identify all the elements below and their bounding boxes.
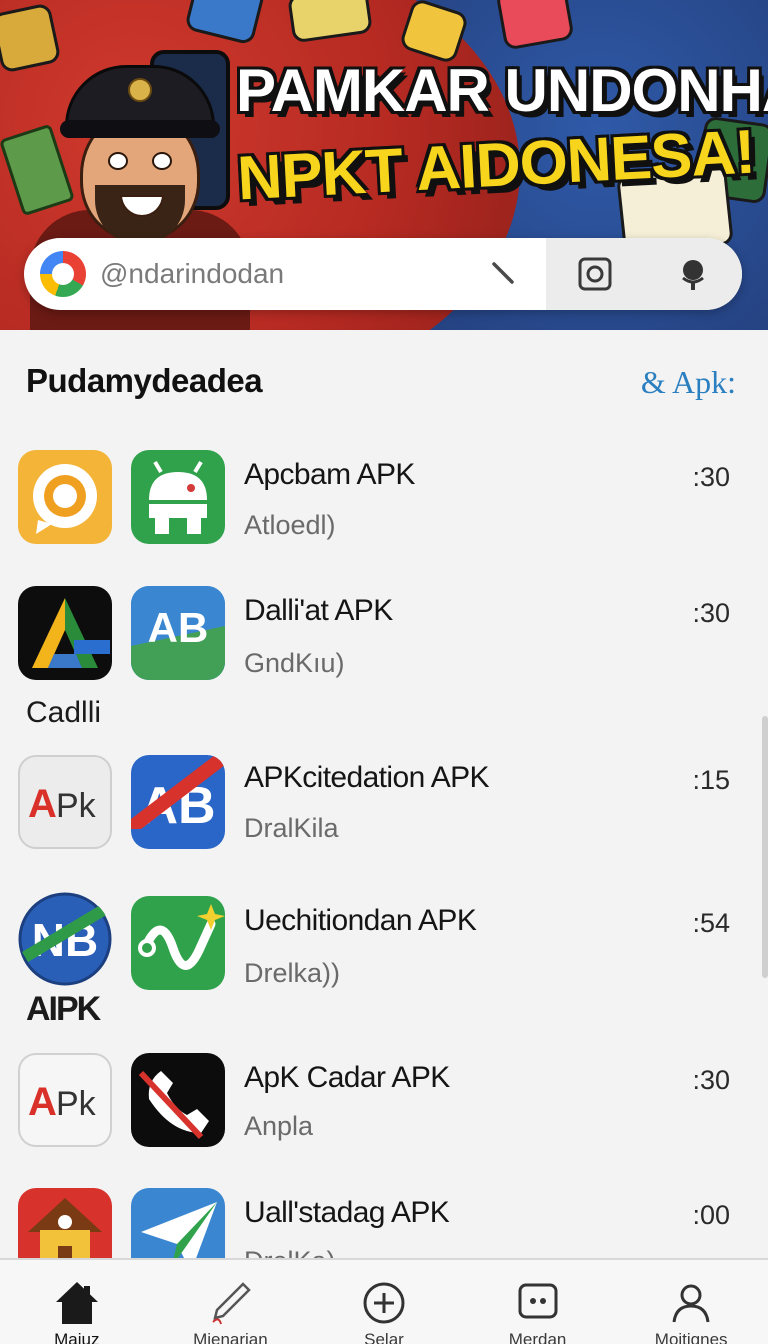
bottom-navigation: Maiuz Mienarian Selar Merdan Moitignes (0, 1258, 768, 1344)
app-name: APKcitedation APK (244, 761, 490, 794)
list-item[interactable]: NB Uechitiondan APK Drelka)) :54 AIPK (0, 892, 768, 1032)
chat-square-icon (515, 1280, 561, 1326)
nav-item-messages[interactable]: Merdan (463, 1260, 613, 1344)
svg-text:AB: AB (148, 604, 209, 651)
android-icon[interactable] (131, 450, 225, 544)
nav-label: Mienarian (193, 1330, 268, 1344)
app-time: :15 (692, 765, 730, 795)
app-name: Apcbam APK (244, 458, 415, 491)
app-subtitle: DralKila (244, 813, 339, 843)
app-subtitle: DrelKa) (244, 1246, 336, 1258)
nav-item-home[interactable]: Maiuz (2, 1260, 152, 1344)
nav-item-add[interactable]: Selar (309, 1260, 459, 1344)
app-name: ApK Cadar APK (244, 1061, 450, 1094)
list-item[interactable]: A Pk ApK Cadar APK Anpla :30 (0, 1053, 768, 1163)
house-icon[interactable] (18, 1188, 112, 1258)
svg-text:A: A (28, 1080, 57, 1124)
ab-banner-logo-icon[interactable]: AB (131, 755, 225, 849)
app-time: :00 (692, 1200, 730, 1230)
app-name: Uechitiondan APK (244, 904, 477, 937)
home-icon (54, 1280, 100, 1326)
banner-headline: PAMKAR UNDONHAN (236, 57, 768, 124)
nav-item-compose[interactable]: Mienarian (155, 1260, 305, 1344)
paper-plane-icon[interactable] (131, 1188, 225, 1258)
app-time: :54 (692, 908, 730, 938)
nav-label: Merdan (508, 1330, 567, 1344)
svg-text:Pk: Pk (56, 1085, 97, 1123)
microphone-icon (682, 260, 704, 290)
nb-badge-icon[interactable]: NB (18, 892, 112, 986)
app-subtitle: Drelka)) (244, 958, 341, 988)
person-icon (668, 1280, 714, 1326)
list-item[interactable]: A Pk AB APKcitedation APK DralKila :15 (0, 755, 768, 865)
app-subtitle: GndKıu) (244, 648, 345, 678)
app-name: Uall'stadag APK (244, 1196, 450, 1229)
wave-sparkle-icon[interactable] (131, 896, 225, 990)
sticker-decoration (495, 0, 575, 51)
app-caption: AIPK (26, 990, 101, 1028)
search-input[interactable] (100, 258, 480, 290)
ab-logo-icon[interactable]: AB (131, 586, 225, 680)
scrollbar-thumb[interactable] (762, 716, 768, 978)
section-title: Pudamydeadea (26, 362, 263, 399)
nav-label: Maiuz (54, 1330, 100, 1344)
app-name: Dalli'at APK (244, 594, 393, 627)
app-subtitle: Anpla (244, 1111, 314, 1141)
app-caption: Cadlli (26, 696, 102, 729)
list-item[interactable]: Uall'stadag APK DrelKa) :00 (0, 1188, 768, 1258)
svg-text:A: A (28, 782, 57, 826)
nav-label: Selar (364, 1330, 404, 1344)
camera-icon (578, 257, 612, 291)
apk-logo-icon[interactable]: A Pk (18, 755, 112, 849)
svg-text:Pk: Pk (56, 787, 97, 825)
app-time: :30 (692, 1065, 730, 1095)
voice-search-button[interactable] (673, 254, 713, 294)
app-time: :30 (692, 598, 730, 628)
plus-circle-icon (361, 1280, 407, 1326)
camera-search-button[interactable] (575, 254, 615, 294)
triangle-logo-icon[interactable] (18, 586, 112, 680)
nav-label: Moitignes (654, 1330, 728, 1344)
chat-bubble-icon[interactable] (18, 450, 112, 544)
section-see-all-link[interactable]: & Apk: (641, 364, 736, 401)
edit-pen-icon[interactable] (490, 260, 518, 288)
nav-item-profile[interactable]: Moitignes (616, 1260, 766, 1344)
list-item[interactable]: Apcbam APK Atloedl) :30 (0, 450, 768, 560)
apk-logo-icon[interactable]: A Pk (18, 1053, 112, 1147)
app-subtitle: Atloedl) (244, 510, 336, 540)
google-logo-icon (40, 251, 86, 297)
search-actions (546, 238, 742, 310)
phone-icon[interactable] (131, 1053, 225, 1147)
pen-icon (207, 1280, 253, 1326)
app-time: :30 (692, 462, 730, 492)
search-bar[interactable] (24, 238, 742, 310)
list-item[interactable]: AB Dalli'at APK GndKıu) :30 Cadlli (0, 586, 768, 736)
